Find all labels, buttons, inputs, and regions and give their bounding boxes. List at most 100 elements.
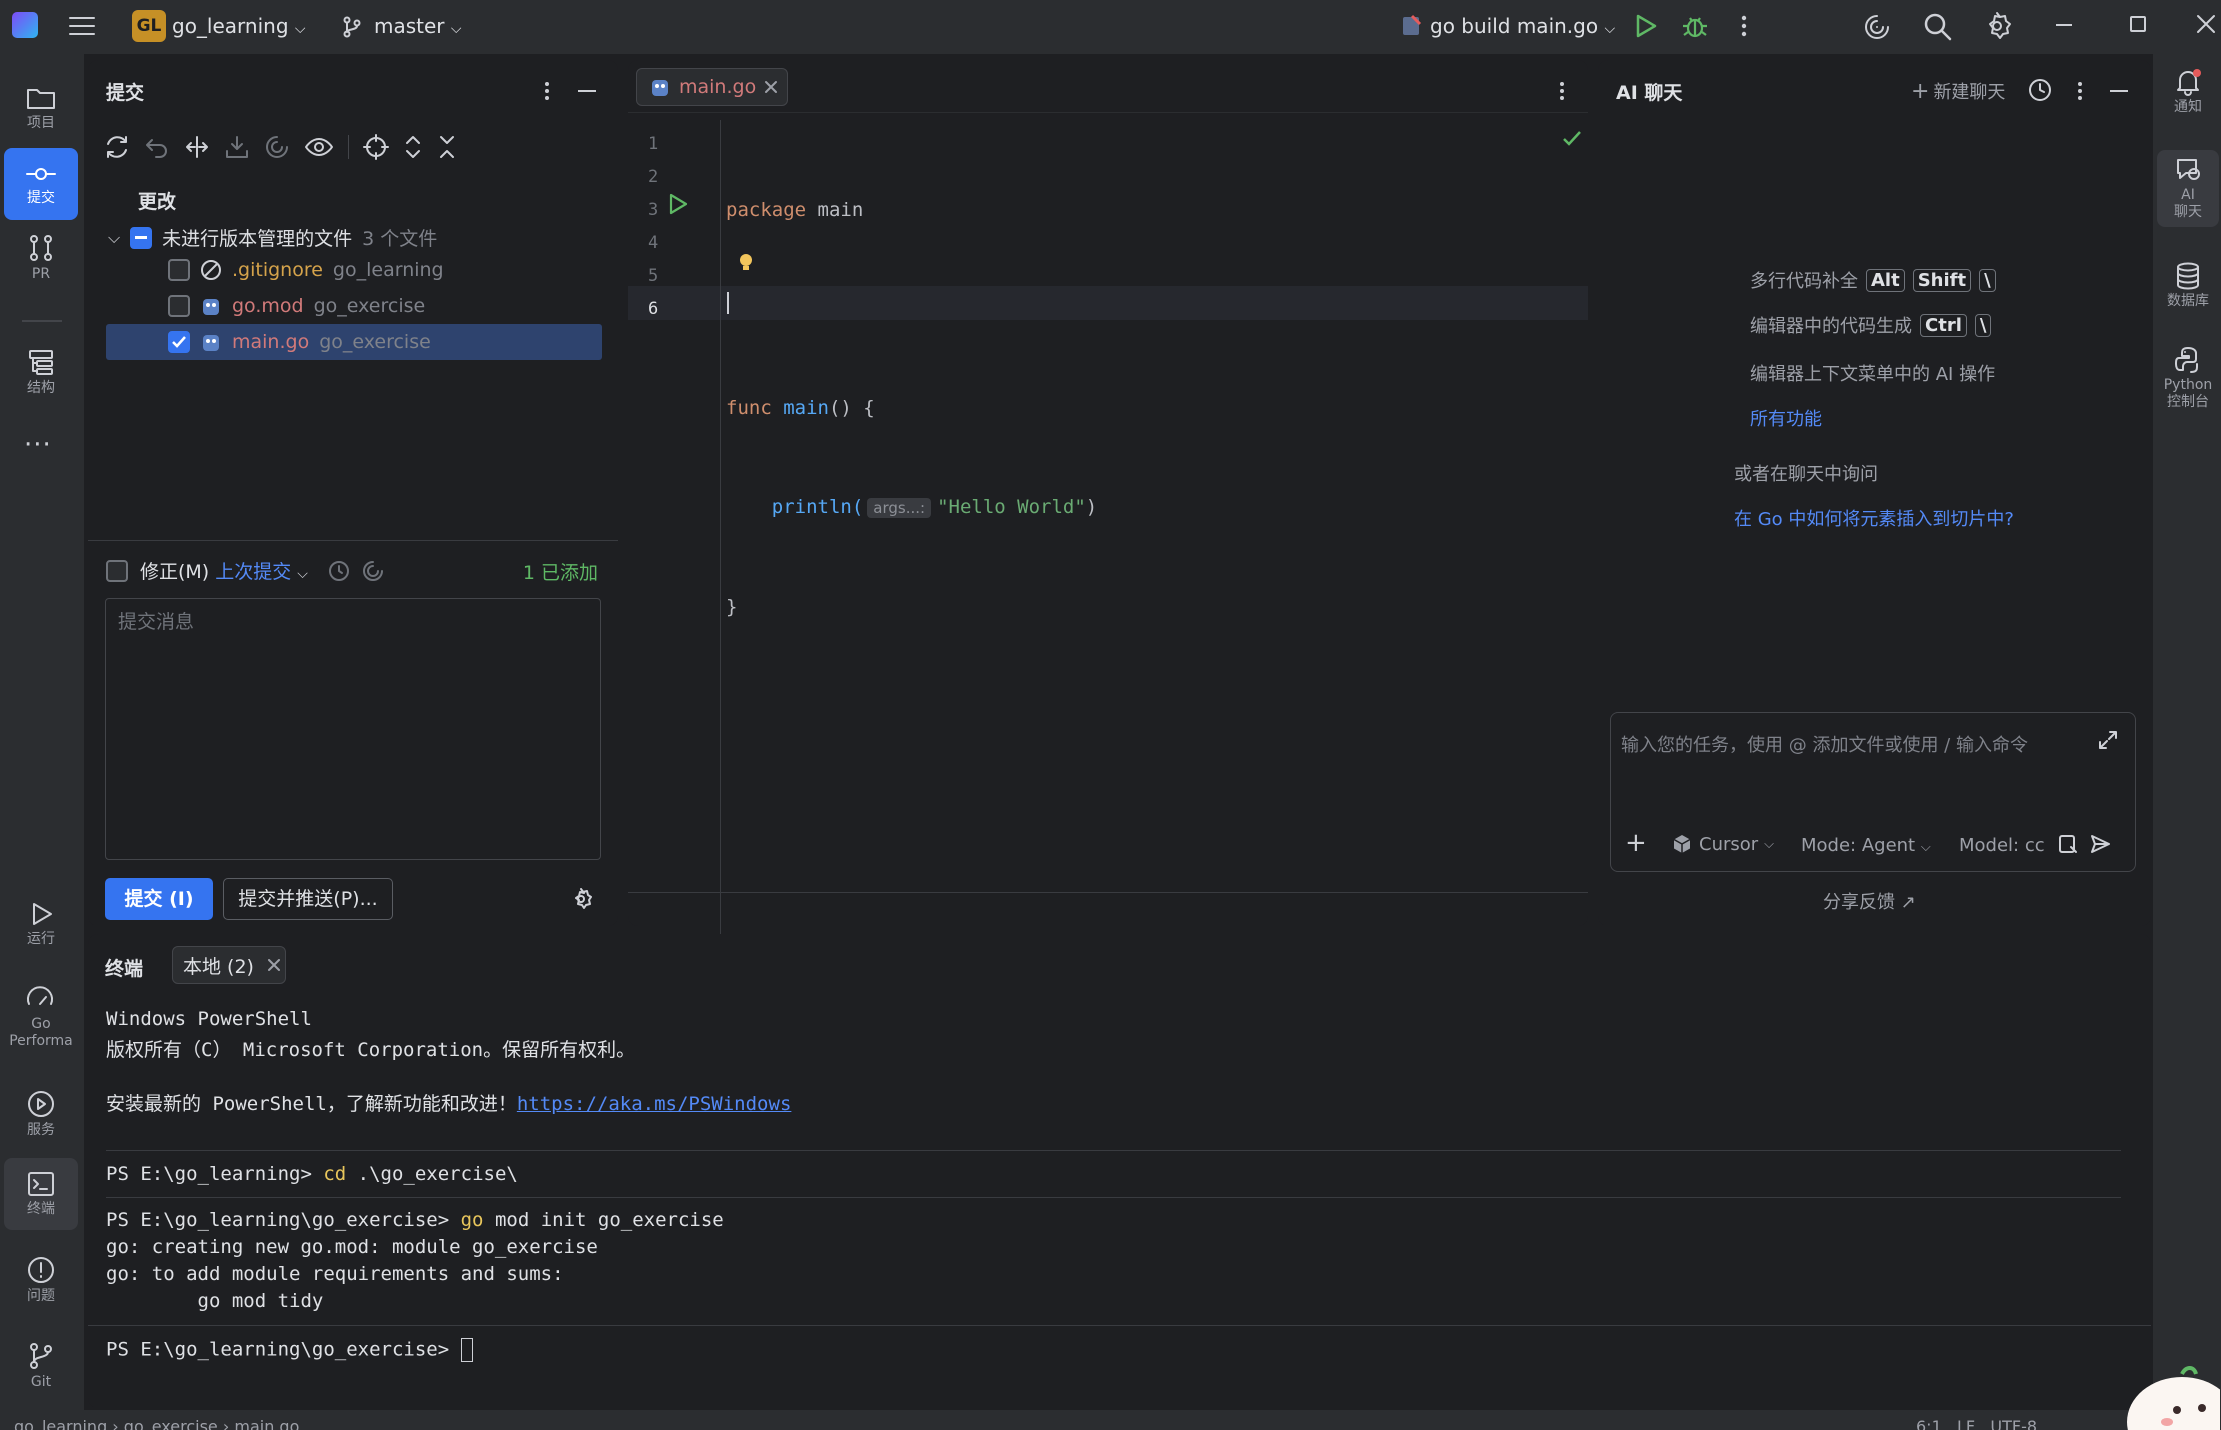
show-diff-icon[interactable]	[184, 134, 210, 160]
gutter-run-icon[interactable]	[668, 193, 688, 215]
file-row-gitignore[interactable]: .gitignore go_learning	[168, 259, 444, 281]
commit-panel-hide-icon[interactable]	[578, 90, 596, 92]
tool-commit[interactable]: 提交	[4, 148, 78, 220]
cursor-selector[interactable]: Cursor ⌵	[1671, 833, 1774, 855]
ai-chat-input[interactable]: 输入您的任务，使用 @ 添加文件或使用 / 输入命令 + Cursor ⌵ Mod…	[1610, 712, 2136, 872]
tool-terminal[interactable]: 终端	[4, 1158, 78, 1230]
terminal-tab-local[interactable]: 本地 (2)	[172, 946, 286, 984]
ai-review-icon[interactable]	[264, 134, 290, 160]
branch-switcher[interactable]: master ⌵	[374, 14, 462, 38]
code-line-4: println(args...: "Hello World")	[726, 491, 1097, 525]
python-console-icon	[2175, 347, 2198, 373]
tool-problems[interactable]: 问题	[4, 1244, 78, 1316]
file-encoding[interactable]: UTF-8	[1990, 1417, 2037, 1430]
file-checkbox[interactable]	[168, 295, 190, 317]
breadcrumb-item[interactable]: main.go	[234, 1417, 299, 1430]
breadcrumb-item[interactable]: go_learning	[14, 1417, 107, 1430]
run-icon[interactable]	[1632, 13, 1658, 39]
commit-and-push-button[interactable]: 提交并推送(P)...	[223, 878, 393, 920]
rollback-icon[interactable]	[144, 134, 170, 160]
settings-gear-icon[interactable]	[1982, 11, 2012, 41]
main-menu-icon[interactable]	[68, 14, 96, 38]
expand-input-icon[interactable]	[2097, 729, 2119, 751]
commit-panel-options-icon[interactable]	[543, 80, 551, 102]
file-row-main-go[interactable]: main.go go_exercise	[168, 331, 431, 353]
right-tool-strip: 通知 AI 聊天 数据库 Python 控制台	[2153, 54, 2221, 1430]
tool-notifications[interactable]: 通知	[2157, 68, 2219, 116]
intention-bulb-icon[interactable]	[738, 252, 754, 274]
tool-ai-chat[interactable]: AI 聊天	[2157, 150, 2219, 227]
tool-terminal-label: 终端	[27, 1200, 55, 1217]
tool-git[interactable]: Git	[4, 1330, 78, 1402]
debug-icon[interactable]	[1681, 12, 1709, 40]
new-chat-button[interactable]: + 新建聊天	[1911, 78, 2005, 104]
tool-project[interactable]: 项目	[4, 72, 78, 144]
powershell-link[interactable]: https://aka.ms/PSWindows	[517, 1093, 792, 1115]
locate-icon[interactable]	[363, 134, 389, 160]
code-area[interactable]: package main func main() { println(args.…	[726, 128, 1097, 690]
attach-plus-icon[interactable]: +	[1625, 830, 1647, 856]
file-checkbox[interactable]	[168, 259, 190, 281]
cursor-position[interactable]: 6:1	[1916, 1417, 1942, 1430]
commit-settings-gear-icon[interactable]	[570, 888, 592, 910]
tool-database[interactable]: 数据库	[2157, 262, 2219, 310]
model-selector[interactable]: Model: cc	[1959, 835, 2051, 856]
unversioned-files-node[interactable]: ⌵ 未进行版本管理的文件 3 个文件	[108, 224, 437, 251]
commit-message-input[interactable]: 提交消息	[105, 598, 601, 860]
shelve-icon[interactable]	[224, 134, 250, 160]
terminal-args: mod init go_exercise	[483, 1209, 724, 1231]
tool-run[interactable]: 运行	[4, 888, 78, 960]
terminal-prompt: PS E:\go_learning\go_exercise>	[106, 1338, 461, 1361]
terminal-input-line[interactable]: PS E:\go_learning\go_exercise>	[106, 1338, 473, 1362]
status-info: 6:1 LF UTF-8	[1916, 1417, 2037, 1430]
refresh-icon[interactable]	[104, 134, 130, 160]
maximize-window-icon[interactable]	[2130, 16, 2146, 32]
collapse-all-icon[interactable]	[437, 134, 457, 160]
ai-options-icon[interactable]	[2076, 80, 2084, 102]
file-dir: go_exercise	[313, 295, 426, 317]
preview-eye-icon[interactable]	[304, 134, 334, 160]
history-clock-icon[interactable]	[328, 560, 350, 582]
tool-python-console[interactable]: Python 控制台	[2157, 346, 2219, 411]
ai-assistant-icon[interactable]	[1862, 12, 1892, 42]
close-tab-icon[interactable]	[267, 959, 280, 971]
breadcrumb-item[interactable]: go_exercise	[124, 1417, 218, 1430]
line-separator[interactable]: LF	[1957, 1417, 1975, 1430]
tool-go-performance[interactable]: Go Performa	[4, 972, 78, 1062]
close-tab-icon[interactable]	[764, 80, 778, 94]
search-icon[interactable]	[1923, 12, 1953, 42]
project-switcher[interactable]: go_learning ⌵	[172, 14, 306, 38]
tool-services[interactable]: 服务	[4, 1078, 78, 1150]
suggested-question-link[interactable]: 在 Go 中如何将元素插入到切片中?	[1734, 505, 2014, 531]
mode-selector[interactable]: Mode: Agent ⌵	[1801, 835, 1931, 856]
app-logo-icon[interactable]	[12, 12, 38, 38]
minimize-window-icon[interactable]	[2056, 24, 2072, 26]
unversioned-files-checkbox[interactable]	[130, 226, 153, 249]
close-window-icon[interactable]	[2196, 14, 2216, 34]
add-context-icon[interactable]	[2057, 833, 2079, 855]
ai-commit-message-icon[interactable]	[362, 560, 384, 582]
ai-panel-hide-icon[interactable]	[2110, 90, 2128, 92]
expand-all-icon[interactable]	[403, 134, 423, 160]
no-problems-check-icon[interactable]	[1562, 130, 1582, 148]
editor-tab-main-go[interactable]: main.go	[636, 68, 788, 106]
chat-history-icon[interactable]	[2028, 78, 2052, 102]
tab-divider	[628, 112, 1588, 113]
all-features-link[interactable]: 所有功能	[1750, 405, 1822, 431]
editor-options-icon[interactable]	[1558, 80, 1566, 102]
share-feedback-link[interactable]: 分享反馈 ↗	[1823, 888, 1916, 914]
file-checkbox[interactable]	[168, 331, 190, 353]
tool-structure[interactable]: 结构	[4, 336, 78, 408]
chevron-down-icon[interactable]: ⌵	[108, 228, 120, 248]
run-config-selector[interactable]: go build main.go ⌵	[1430, 14, 1615, 38]
send-icon[interactable]	[2089, 833, 2111, 855]
last-commit-dropdown[interactable]: 上次提交 ⌵	[215, 557, 308, 584]
breadcrumb[interactable]: go_learning › go_exercise › main.go	[14, 1417, 299, 1430]
file-row-go-mod[interactable]: go.mod go_exercise	[168, 295, 425, 317]
amend-checkbox[interactable]	[106, 559, 128, 582]
more-tools-icon[interactable]: ···	[24, 430, 52, 460]
commit-button[interactable]: 提交 (I)	[105, 878, 213, 920]
tool-pull-requests[interactable]: PR	[4, 222, 78, 294]
more-actions-icon[interactable]	[1740, 14, 1748, 38]
commit-toolbar	[104, 134, 457, 160]
